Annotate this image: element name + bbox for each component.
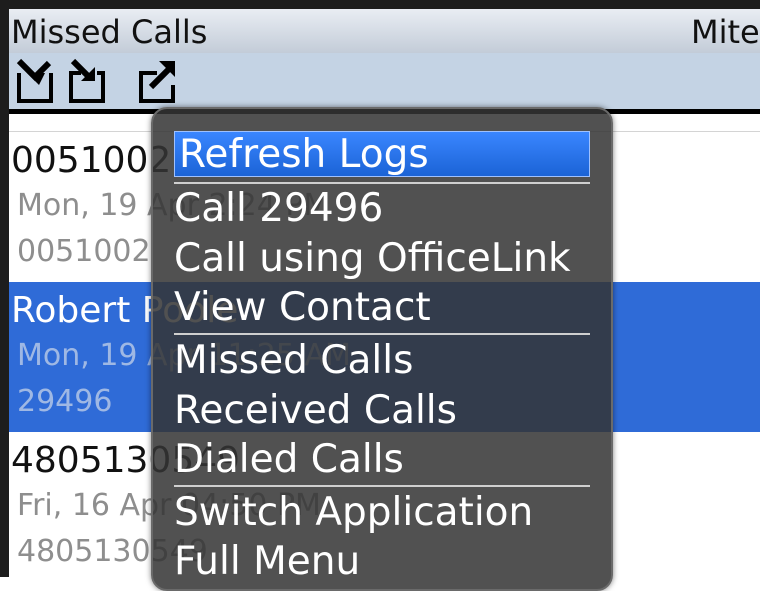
menu-item-call-officelink[interactable]: Call using OfficeLink — [174, 236, 571, 282]
page-title: Missed Calls — [11, 13, 208, 51]
context-menu: Refresh Logs Call 29496 Call using Offic… — [151, 107, 613, 591]
menu-item-call-number[interactable]: Call 29496 — [174, 186, 383, 232]
menu-item-switch-application[interactable]: Switch Application — [174, 490, 533, 536]
menu-item-refresh-logs[interactable]: Refresh Logs — [174, 131, 590, 177]
title-bar: Missed Calls Mite — [9, 9, 760, 53]
menu-item-received-calls[interactable]: Received Calls — [174, 388, 457, 434]
dialed-calls-icon[interactable] — [137, 57, 177, 105]
toolbar — [9, 53, 760, 109]
title-bar-right-text: Mite — [691, 13, 760, 51]
received-calls-icon[interactable] — [67, 57, 107, 105]
menu-separator — [174, 485, 590, 487]
caller-name: 0051002 — [11, 140, 172, 181]
menu-item-missed-calls[interactable]: Missed Calls — [174, 338, 413, 384]
missed-calls-icon[interactable] — [15, 57, 55, 105]
caller-number: 0051002 — [17, 234, 151, 269]
menu-separator — [174, 182, 590, 184]
menu-item-view-contact[interactable]: View Contact — [174, 285, 431, 331]
menu-item-full-menu[interactable]: Full Menu — [174, 539, 360, 585]
menu-item-dialed-calls[interactable]: Dialed Calls — [174, 437, 404, 483]
caller-number: 29496 — [17, 384, 113, 419]
menu-separator — [174, 333, 590, 335]
